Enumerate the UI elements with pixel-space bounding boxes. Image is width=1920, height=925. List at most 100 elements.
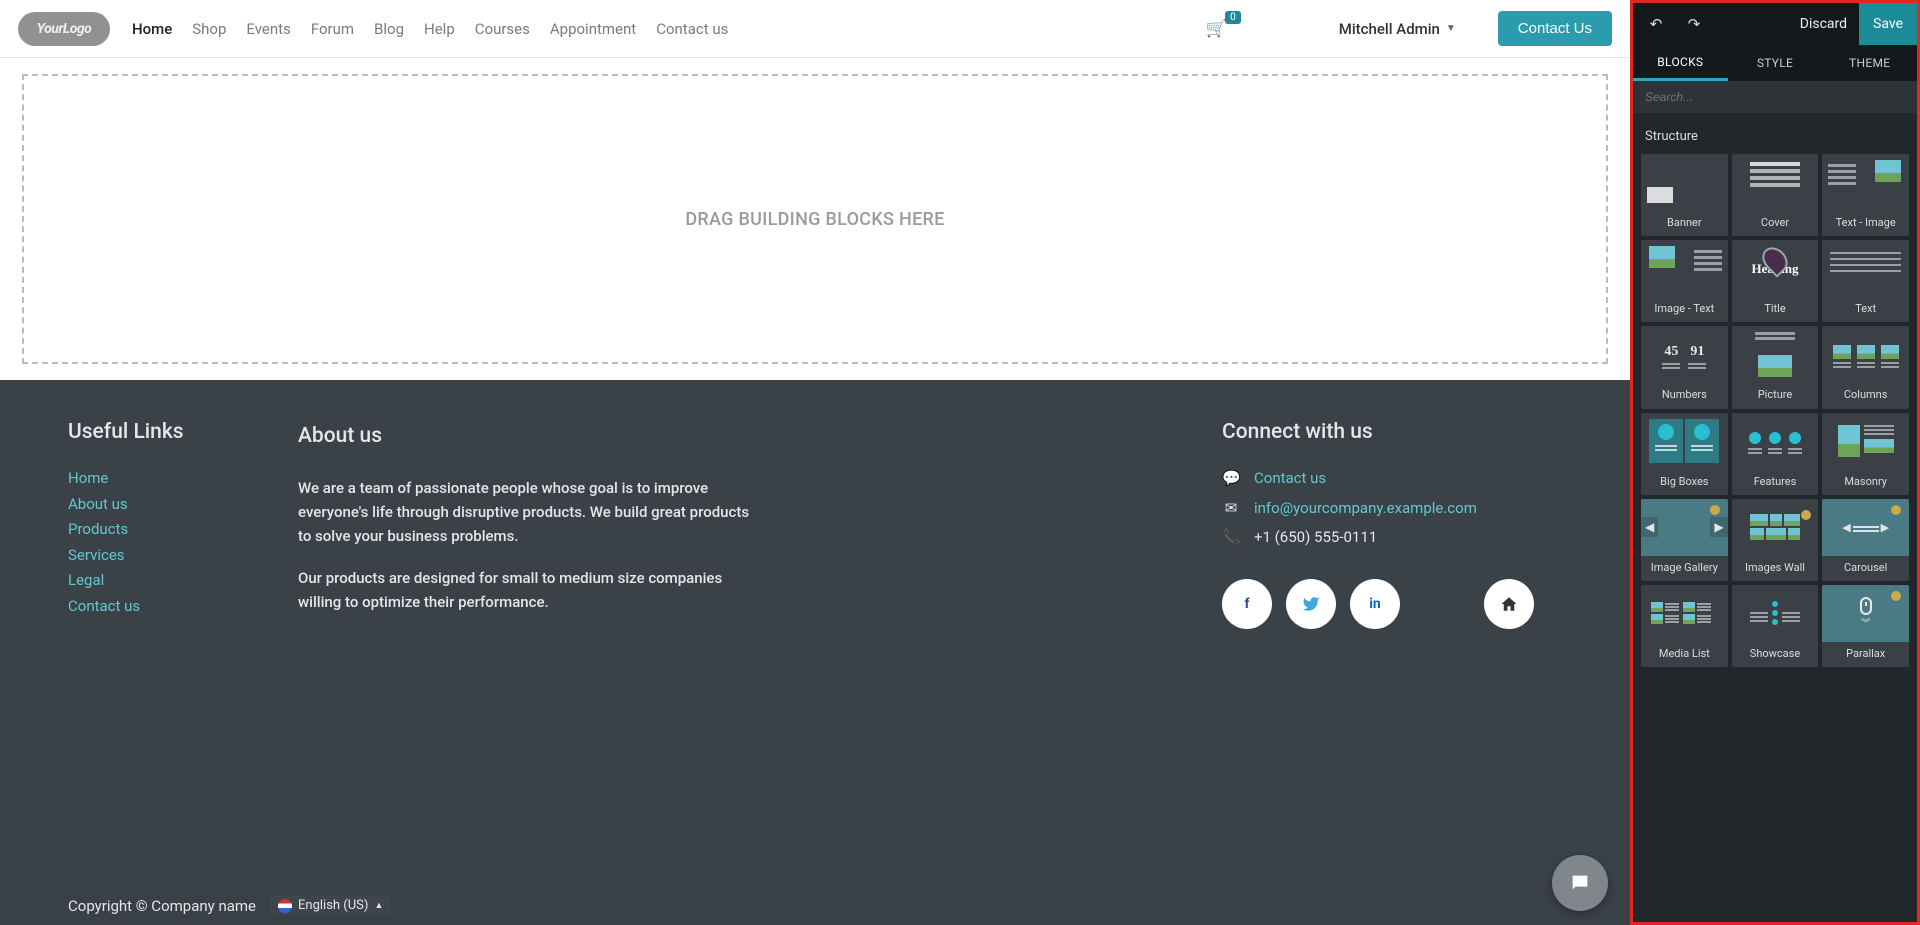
drop-zone-label: DRAG BUILDING BLOCKS HERE bbox=[685, 209, 944, 230]
footer-link-about[interactable]: About us bbox=[68, 492, 238, 518]
social-buttons: f in bbox=[1222, 579, 1562, 629]
nav-links: Home Shop Events Forum Blog Help Courses… bbox=[132, 20, 728, 38]
block-thumb bbox=[1822, 413, 1909, 470]
linkedin-icon[interactable]: in bbox=[1350, 579, 1400, 629]
block-thumb: ︾ bbox=[1822, 585, 1909, 642]
block-search-input[interactable] bbox=[1633, 81, 1917, 113]
block-images-wall[interactable]: Images Wall bbox=[1732, 499, 1819, 581]
block-thumb bbox=[1732, 499, 1819, 556]
livechat-button[interactable] bbox=[1552, 855, 1608, 911]
language-selector[interactable]: English (US) ▲ bbox=[270, 896, 391, 915]
facebook-icon[interactable]: f bbox=[1222, 579, 1272, 629]
block-text-image[interactable]: Text - Image bbox=[1822, 154, 1909, 236]
discard-button[interactable]: Discard bbox=[1800, 16, 1847, 32]
caret-up-icon: ▲ bbox=[374, 900, 383, 911]
footer-bar: Copyright © Company name English (US) ▲ bbox=[0, 886, 1630, 925]
tab-theme[interactable]: THEME bbox=[1822, 45, 1917, 81]
cart-badge: 0 bbox=[1225, 11, 1241, 24]
site-logo[interactable]: YourLogo bbox=[18, 12, 110, 46]
block-thumb bbox=[1732, 585, 1819, 642]
block-masonry[interactable]: Masonry bbox=[1822, 413, 1909, 495]
user-menu[interactable]: Mitchell Admin ▼ bbox=[1339, 20, 1456, 38]
page-footer: Useful Links Home About us Products Serv… bbox=[0, 380, 1630, 886]
blocks-panel: Structure Banner Cover Text - Image Imag… bbox=[1633, 113, 1917, 922]
block-columns[interactable]: Columns bbox=[1822, 326, 1909, 408]
block-title[interactable]: Heading Title bbox=[1732, 240, 1819, 322]
nav-forum[interactable]: Forum bbox=[311, 20, 354, 38]
block-thumb: 45 91 bbox=[1641, 326, 1728, 383]
footer-connect: Connect with us 💬 Contact us ✉ info@your… bbox=[1222, 420, 1562, 856]
block-thumb bbox=[1641, 413, 1728, 470]
cart-icon[interactable]: 🛒0 bbox=[1206, 19, 1227, 39]
flag-icon bbox=[278, 899, 292, 913]
phone-icon: 📞 bbox=[1222, 525, 1240, 551]
block-thumb bbox=[1822, 326, 1909, 383]
page-canvas: DRAG BUILDING BLOCKS HERE bbox=[0, 58, 1630, 380]
language-label: English (US) bbox=[298, 898, 368, 913]
nav-appointment[interactable]: Appointment bbox=[550, 20, 636, 38]
block-banner[interactable]: Banner bbox=[1641, 154, 1728, 236]
block-image-text[interactable]: Image - Text bbox=[1641, 240, 1728, 322]
block-picture[interactable]: Picture bbox=[1732, 326, 1819, 408]
drop-cursor-icon bbox=[1764, 246, 1786, 274]
envelope-icon: ✉ bbox=[1222, 496, 1240, 522]
footer-link-products[interactable]: Products bbox=[68, 517, 238, 543]
block-grid: Banner Cover Text - Image Image - Text H… bbox=[1641, 154, 1909, 667]
footer-link-contact[interactable]: Contact us bbox=[68, 594, 238, 620]
connect-contact-link[interactable]: Contact us bbox=[1254, 466, 1326, 492]
footer-link-legal[interactable]: Legal bbox=[68, 568, 238, 594]
user-name: Mitchell Admin bbox=[1339, 20, 1440, 38]
footer-link-home[interactable]: Home bbox=[68, 466, 238, 492]
block-thumb bbox=[1822, 240, 1909, 297]
block-features[interactable]: Features bbox=[1732, 413, 1819, 495]
section-structure-title: Structure bbox=[1641, 121, 1909, 154]
connect-title: Connect with us bbox=[1222, 420, 1562, 444]
block-text[interactable]: Text bbox=[1822, 240, 1909, 322]
block-thumb bbox=[1641, 240, 1728, 297]
editor-toolbar: ↶ ↷ Discard Save bbox=[1633, 3, 1917, 45]
block-numbers[interactable]: 45 91 Numbers bbox=[1641, 326, 1728, 408]
footer-link-services[interactable]: Services bbox=[68, 543, 238, 569]
nav-courses[interactable]: Courses bbox=[475, 20, 530, 38]
block-image-gallery[interactable]: ◀▶ Image Gallery bbox=[1641, 499, 1728, 581]
nav-home[interactable]: Home bbox=[132, 20, 172, 38]
home-icon[interactable] bbox=[1484, 579, 1534, 629]
block-showcase[interactable]: Showcase bbox=[1732, 585, 1819, 667]
block-thumb: ◀▶ bbox=[1641, 499, 1728, 556]
tab-style[interactable]: STYLE bbox=[1728, 45, 1823, 81]
block-thumb bbox=[1822, 154, 1909, 211]
nav-events[interactable]: Events bbox=[246, 20, 290, 38]
connect-email-link[interactable]: info@yourcompany.example.com bbox=[1254, 496, 1477, 522]
nav-shop[interactable]: Shop bbox=[192, 20, 226, 38]
block-thumb bbox=[1732, 413, 1819, 470]
block-thumb bbox=[1641, 154, 1728, 211]
useful-links-title: Useful Links bbox=[68, 420, 238, 444]
block-search bbox=[1633, 81, 1917, 113]
footer-about: About us We are a team of passionate peo… bbox=[298, 420, 758, 856]
block-thumb bbox=[1732, 154, 1819, 211]
about-paragraph-1: We are a team of passionate people whose… bbox=[298, 476, 758, 548]
block-media-list[interactable]: Media List bbox=[1641, 585, 1728, 667]
twitter-icon[interactable] bbox=[1286, 579, 1336, 629]
save-button[interactable]: Save bbox=[1859, 3, 1917, 45]
nav-contactus[interactable]: Contact us bbox=[656, 20, 728, 38]
top-navbar: YourLogo Home Shop Events Forum Blog Hel… bbox=[0, 0, 1630, 58]
block-thumb bbox=[1641, 585, 1728, 642]
caret-down-icon: ▼ bbox=[1446, 23, 1456, 34]
redo-icon[interactable]: ↷ bbox=[1679, 15, 1709, 33]
editor-sidebar: ↶ ↷ Discard Save BLOCKS STYLE THEME Stru… bbox=[1630, 0, 1920, 925]
contact-us-button[interactable]: Contact Us bbox=[1498, 11, 1612, 46]
nav-help[interactable]: Help bbox=[424, 20, 455, 38]
drop-zone[interactable]: DRAG BUILDING BLOCKS HERE bbox=[22, 74, 1608, 364]
undo-icon[interactable]: ↶ bbox=[1641, 15, 1671, 33]
block-parallax[interactable]: ︾ Parallax bbox=[1822, 585, 1909, 667]
speech-bubble-icon: 💬 bbox=[1222, 466, 1240, 492]
block-big-boxes[interactable]: Big Boxes bbox=[1641, 413, 1728, 495]
block-carousel[interactable]: ◀▶ Carousel bbox=[1822, 499, 1909, 581]
block-cover[interactable]: Cover bbox=[1732, 154, 1819, 236]
about-title: About us bbox=[298, 420, 758, 454]
copyright-text: Copyright © Company name bbox=[68, 897, 256, 915]
nav-blog[interactable]: Blog bbox=[374, 20, 404, 38]
tab-blocks[interactable]: BLOCKS bbox=[1633, 45, 1728, 81]
footer-useful-links: Useful Links Home About us Products Serv… bbox=[68, 420, 238, 856]
